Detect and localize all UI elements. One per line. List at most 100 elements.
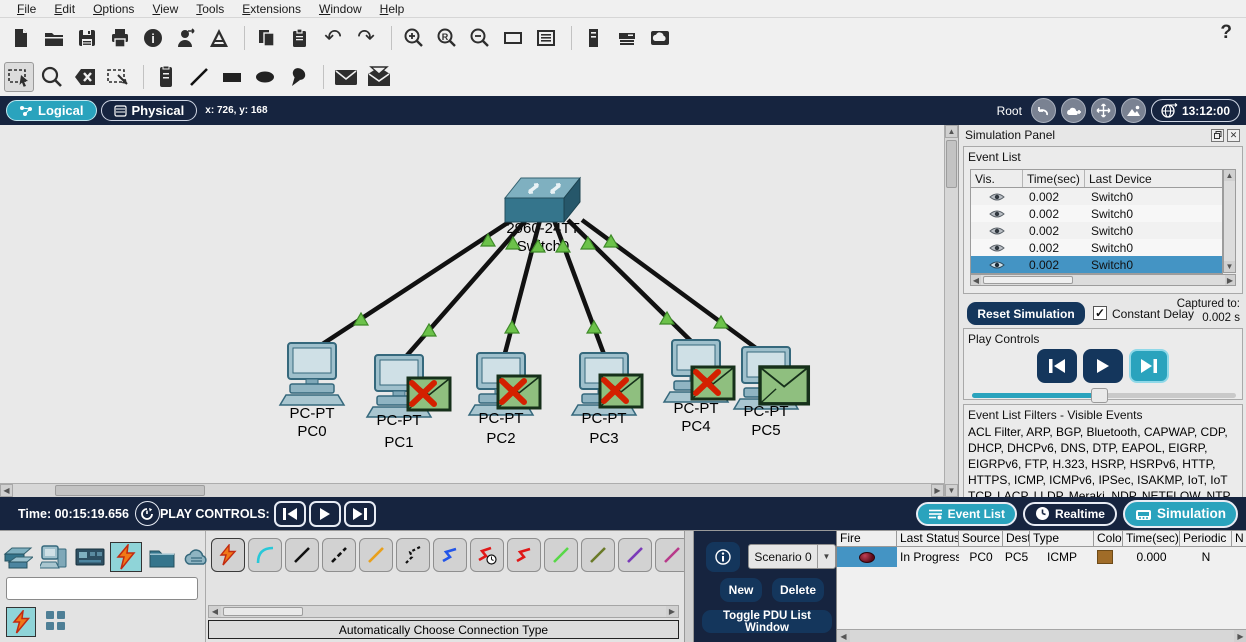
- network-devices-category[interactable]: [2, 542, 34, 572]
- draw-ellipse-tool-icon[interactable]: [250, 62, 280, 92]
- draw-freeform-tool-icon[interactable]: [283, 62, 313, 92]
- constant-delay-checkbox[interactable]: ✓: [1093, 306, 1107, 320]
- custom-cable-icon[interactable]: [655, 538, 684, 572]
- move-object-button[interactable]: [1090, 98, 1116, 123]
- pdu-col-fire[interactable]: Fire: [837, 531, 897, 546]
- column-last-device[interactable]: Last Device: [1085, 170, 1222, 187]
- pdu-col-last-status[interactable]: Last Status: [897, 531, 959, 546]
- float-panel-icon[interactable]: [1211, 128, 1224, 142]
- connections-category[interactable]: [110, 542, 142, 572]
- serial-dce-icon[interactable]: [470, 538, 504, 572]
- zoom-out-icon[interactable]: [465, 23, 495, 53]
- device-grid-view-icon[interactable]: [46, 611, 66, 631]
- capture-forward-button[interactable]: [1129, 349, 1169, 383]
- slider-thumb[interactable]: [1090, 388, 1108, 403]
- redo-icon[interactable]: ↷: [351, 23, 381, 53]
- end-devices-category[interactable]: [38, 542, 70, 572]
- phone-cable-icon[interactable]: [396, 538, 430, 572]
- fire-pdu-button[interactable]: [837, 547, 897, 567]
- save-icon[interactable]: [72, 23, 102, 53]
- scrollbar-thumb[interactable]: [946, 140, 957, 188]
- resize-shape-tool-icon[interactable]: [103, 62, 133, 92]
- undo-icon[interactable]: ↶: [318, 23, 348, 53]
- add-complex-pdu-icon[interactable]: [364, 62, 394, 92]
- scenario-info-button[interactable]: [706, 542, 740, 572]
- topology-canvas[interactable]: 2960-24TT Switch0 PC-PT PC0 PC-PT PC1 PC…: [0, 125, 944, 483]
- scroll-down-arrow[interactable]: ▼: [945, 484, 958, 497]
- delete-scenario-button[interactable]: Delete: [772, 578, 824, 602]
- fiber-cable-icon[interactable]: [359, 538, 393, 572]
- multiuser-icon[interactable]: [171, 23, 201, 53]
- reset-clock-icon[interactable]: [134, 501, 160, 526]
- zoom-reset-icon[interactable]: R: [432, 23, 462, 53]
- event-list-table[interactable]: Vis. Time(sec) Last Device 0.002 Switch0…: [970, 169, 1223, 274]
- menu-tools[interactable]: Tools: [187, 2, 233, 16]
- play-button[interactable]: [308, 500, 341, 527]
- pdu-row[interactable]: In Progress PC0 PC5 ICMP 0.000 N: [837, 547, 1246, 567]
- column-vis[interactable]: Vis.: [971, 170, 1023, 187]
- back-navigation-button[interactable]: [1030, 98, 1056, 123]
- new-scenario-button[interactable]: New: [720, 578, 762, 602]
- auto-connection-icon[interactable]: [211, 538, 245, 572]
- pdu-col-time[interactable]: Time(sec): [1123, 531, 1180, 546]
- select-tool-icon[interactable]: [4, 61, 34, 92]
- play-button[interactable]: [1083, 349, 1123, 383]
- components-category[interactable]: [74, 542, 106, 572]
- menu-view[interactable]: View: [143, 2, 187, 16]
- iot-custom-cable-icon[interactable]: [581, 538, 615, 572]
- scroll-up-arrow[interactable]: ▲: [945, 125, 958, 138]
- lab-flask-icon[interactable]: [204, 23, 234, 53]
- canvas-horizontal-scrollbar[interactable]: ◀ ▶: [0, 483, 944, 497]
- pdu-envelope-delivered[interactable]: [758, 365, 811, 406]
- column-time[interactable]: Time(sec): [1023, 170, 1085, 187]
- copy-icon[interactable]: [252, 23, 282, 53]
- open-folder-icon[interactable]: [39, 23, 69, 53]
- copper-straight-icon[interactable]: [285, 538, 319, 572]
- menu-file[interactable]: File: [8, 2, 45, 16]
- event-row[interactable]: 0.002 Switch0: [971, 239, 1222, 256]
- custom-devices-dialog-icon[interactable]: [531, 23, 561, 53]
- device-template-manager-icon[interactable]: [612, 23, 642, 53]
- event-row[interactable]: 0.002 Switch0: [971, 188, 1222, 205]
- serial-dte-icon[interactable]: [507, 538, 541, 572]
- close-panel-icon[interactable]: ✕: [1227, 128, 1240, 142]
- event-list-button[interactable]: Event List: [915, 501, 1017, 526]
- draw-rectangle-tool-icon[interactable]: [217, 62, 247, 92]
- simulation-mode-button[interactable]: Simulation: [1122, 499, 1238, 528]
- menu-help[interactable]: Help: [371, 2, 414, 16]
- pdu-col-color[interactable]: Color: [1094, 531, 1123, 546]
- back-button[interactable]: [273, 500, 306, 527]
- scenario-dropdown[interactable]: Scenario 0 ▼: [748, 544, 836, 569]
- copper-crossover-icon[interactable]: [322, 538, 356, 572]
- scroll-right-arrow[interactable]: ▶: [931, 484, 944, 497]
- pdu-col-destination[interactable]: Desti: [1003, 531, 1030, 546]
- pdu-col-num[interactable]: N: [1232, 531, 1246, 546]
- help-icon[interactable]: ?: [1220, 22, 1232, 44]
- realtime-mode-button[interactable]: Realtime: [1022, 501, 1117, 526]
- menu-options[interactable]: Options: [84, 2, 143, 16]
- toggle-pdu-list-button[interactable]: Toggle PDU List Window: [702, 610, 832, 634]
- scroll-left-arrow[interactable]: ◀: [0, 484, 13, 497]
- play-speed-slider[interactable]: [972, 388, 1236, 403]
- set-background-button[interactable]: [1120, 98, 1146, 123]
- pdu-col-periodic[interactable]: Periodic: [1180, 531, 1232, 546]
- pc0-device[interactable]: [279, 342, 345, 406]
- device-search-field[interactable]: [6, 577, 198, 600]
- event-list-hscrollbar[interactable]: ◀ ▶: [970, 274, 1236, 286]
- switch0-device[interactable]: [503, 176, 582, 224]
- octal-cable-icon[interactable]: [544, 538, 578, 572]
- inspect-tool-icon[interactable]: [37, 62, 67, 92]
- dropdown-arrow-icon[interactable]: ▼: [817, 545, 835, 568]
- console-cable-icon[interactable]: [248, 538, 282, 572]
- draw-line-tool-icon[interactable]: [184, 62, 214, 92]
- paste-icon[interactable]: [285, 23, 315, 53]
- reset-simulation-button[interactable]: Reset Simulation: [967, 302, 1085, 325]
- pdu-col-source[interactable]: Source: [959, 531, 1003, 546]
- forward-button[interactable]: [343, 500, 376, 527]
- cloud-services-icon[interactable]: [645, 23, 675, 53]
- menu-edit[interactable]: Edit: [45, 2, 84, 16]
- event-row[interactable]: 0.002 Switch0: [971, 222, 1222, 239]
- event-row[interactable]: 0.002 Switch0: [971, 205, 1222, 222]
- new-file-icon[interactable]: [6, 23, 36, 53]
- menu-extensions[interactable]: Extensions: [233, 2, 310, 16]
